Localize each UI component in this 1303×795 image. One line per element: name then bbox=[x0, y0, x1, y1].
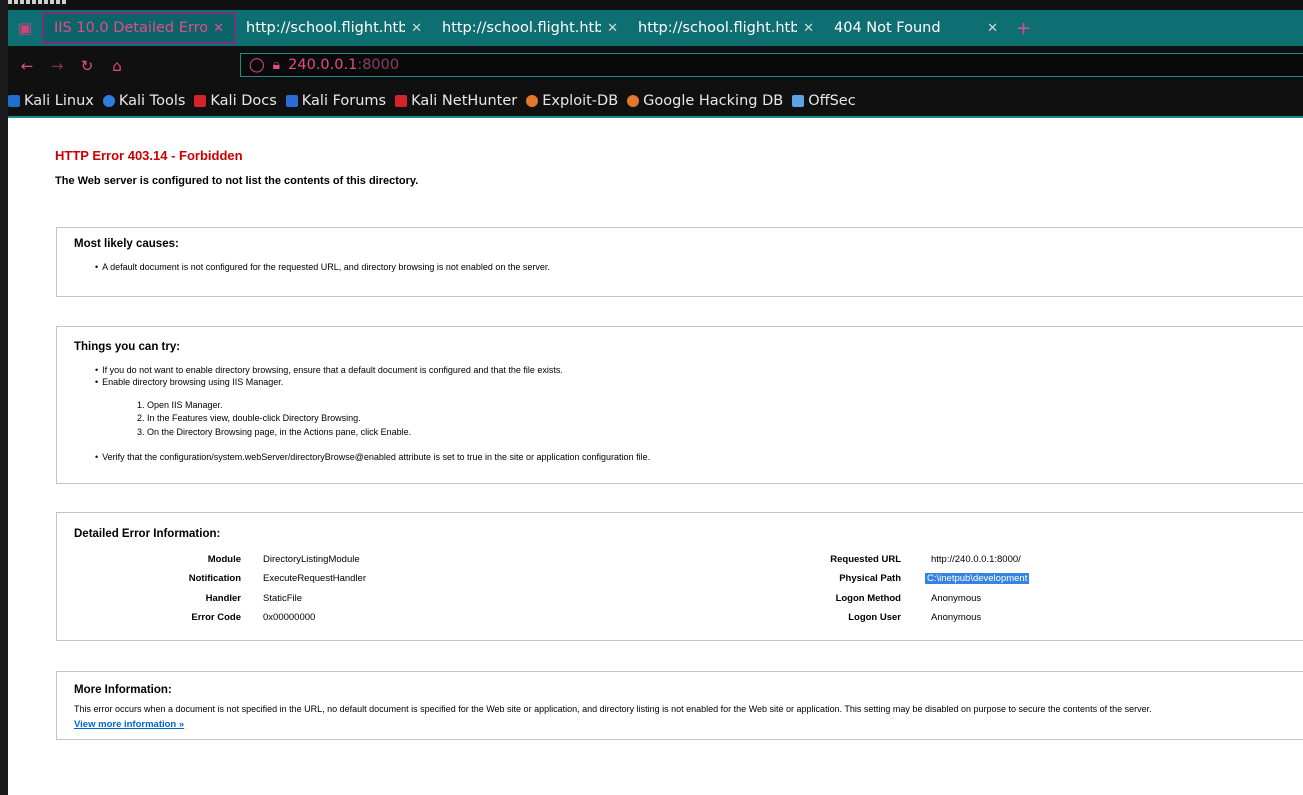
detail-label: Module bbox=[207, 554, 241, 565]
bookmark-google-hacking-db[interactable]: Google Hacking DB bbox=[627, 93, 783, 109]
detail-value: http://240.0.0.1:8000/ bbox=[931, 554, 1021, 565]
close-icon[interactable]: ✕ bbox=[607, 21, 618, 36]
bookmark-label: Kali Forums bbox=[301, 93, 387, 109]
more-info-heading: More Information: bbox=[74, 684, 172, 696]
bookmark-label: Kali Tools bbox=[118, 93, 186, 109]
details-box: Detailed Error Information: Module Direc… bbox=[56, 512, 1303, 641]
close-icon[interactable]: ✕ bbox=[411, 21, 422, 36]
bookmark-offsec[interactable]: OffSec bbox=[792, 93, 856, 109]
tab-label: http://school.flight.htb bbox=[638, 20, 798, 36]
causes-heading: Most likely causes: bbox=[74, 238, 179, 250]
tab-bar: ▣ IIS 10.0 Detailed Error ✕ http://schoo… bbox=[8, 10, 1303, 46]
google-hacking-db-icon bbox=[627, 95, 640, 107]
home-icon[interactable]: ⌂ bbox=[106, 57, 128, 75]
window-title-dashes bbox=[8, 0, 68, 4]
forward-arrow-icon[interactable]: → bbox=[46, 57, 68, 75]
tab-label: IIS 10.0 Detailed Error bbox=[54, 20, 208, 36]
close-icon[interactable]: ✕ bbox=[987, 21, 998, 36]
kali-linux-icon bbox=[8, 95, 20, 107]
try-item: Verify that the configuration/system.web… bbox=[95, 452, 650, 462]
detail-label: Requested URL bbox=[830, 554, 901, 565]
kali-docs-icon bbox=[194, 95, 207, 107]
causes-box: Most likely causes: A default document i… bbox=[56, 227, 1303, 297]
tab-label: http://school.flight.htb bbox=[246, 20, 406, 36]
try-box: Things you can try: If you do not want t… bbox=[56, 326, 1303, 484]
bookmark-kali-linux[interactable]: Kali Linux bbox=[8, 93, 94, 109]
lock-icon[interactable]: 🔒︎ bbox=[273, 57, 280, 73]
close-icon[interactable]: ✕ bbox=[213, 21, 224, 36]
tab-school-1[interactable]: http://school.flight.htb ✕ bbox=[236, 12, 432, 44]
try-step: 1. Open IIS Manager. bbox=[137, 400, 223, 410]
back-arrow-icon[interactable]: ← bbox=[16, 57, 38, 75]
url-port: :8000 bbox=[357, 57, 400, 73]
detail-label: Handler bbox=[205, 593, 241, 604]
window-edge bbox=[0, 0, 8, 795]
detail-value: Anonymous bbox=[931, 593, 982, 604]
try-step: 3. On the Directory Browsing page, in th… bbox=[137, 427, 412, 437]
detail-label: Error Code bbox=[191, 612, 241, 623]
detail-value: DirectoryListingModule bbox=[263, 554, 360, 565]
error-subtitle: The Web server is configured to not list… bbox=[55, 175, 419, 187]
detail-label: Physical Path bbox=[839, 573, 901, 584]
try-heading: Things you can try: bbox=[74, 341, 181, 353]
exploit-db-icon bbox=[526, 95, 539, 107]
page-content: HTTP Error 403.14 - Forbidden The Web se… bbox=[8, 116, 1303, 795]
cause-item: A default document is not configured for… bbox=[95, 262, 550, 272]
tab-iis-error[interactable]: IIS 10.0 Detailed Error ✕ bbox=[42, 12, 236, 44]
tab-label: http://school.flight.htb bbox=[442, 20, 602, 36]
bookmark-kali-nethunter[interactable]: Kali NetHunter bbox=[395, 93, 517, 109]
tab-list-icon[interactable]: ▣ bbox=[8, 10, 42, 46]
tab-school-3[interactable]: http://school.flight.htb ✕ bbox=[628, 12, 824, 44]
detail-value: ExecuteRequestHandler bbox=[263, 573, 366, 584]
error-title: HTTP Error 403.14 - Forbidden bbox=[55, 148, 243, 163]
bookmark-label: Exploit-DB bbox=[542, 93, 619, 109]
detail-label: Notification bbox=[188, 573, 241, 584]
try-step: 2. In the Features view, double-click Di… bbox=[137, 413, 361, 423]
bookmark-kali-docs[interactable]: Kali Docs bbox=[194, 93, 277, 109]
tab-school-2[interactable]: http://school.flight.htb ✕ bbox=[432, 12, 628, 44]
reload-icon[interactable]: ↻ bbox=[76, 57, 98, 75]
detail-value: StaticFile bbox=[263, 593, 303, 604]
detail-value: 0x00000000 bbox=[263, 612, 316, 623]
physical-path-value[interactable]: C:\inetpub\development bbox=[925, 573, 1030, 584]
view-more-info-link[interactable]: View more information » bbox=[74, 719, 184, 730]
bookmark-exploit-db[interactable]: Exploit-DB bbox=[526, 93, 618, 109]
navigation-bar: ← → ↻ ⌂ ◯ 🔒︎ 240.0.0.1:8000 bbox=[8, 50, 1303, 82]
close-icon[interactable]: ✕ bbox=[803, 21, 814, 36]
detail-label: Logon Method bbox=[835, 593, 901, 604]
url-bar[interactable]: ◯ 🔒︎ 240.0.0.1:8000 bbox=[240, 53, 1303, 77]
details-heading: Detailed Error Information: bbox=[74, 528, 221, 540]
new-tab-icon[interactable]: + bbox=[1016, 18, 1031, 39]
more-info-box: More Information: This error occurs when… bbox=[56, 671, 1303, 740]
tab-label: 404 Not Found bbox=[834, 20, 941, 36]
bookmark-label: Kali Linux bbox=[24, 93, 94, 109]
bookmark-kali-forums[interactable]: Kali Forums bbox=[285, 93, 387, 109]
more-info-text: This error occurs when a document is not… bbox=[74, 704, 1152, 714]
detail-label: Logon User bbox=[848, 612, 901, 623]
offsec-icon bbox=[792, 95, 805, 107]
bookmark-label: OffSec bbox=[808, 93, 856, 109]
try-item: If you do not want to enable directory b… bbox=[95, 365, 563, 375]
shield-icon[interactable]: ◯ bbox=[249, 57, 265, 73]
kali-tools-icon bbox=[102, 95, 115, 107]
url-host: 240.0.0.1 bbox=[288, 57, 358, 73]
try-item: Enable directory browsing using IIS Mana… bbox=[95, 377, 283, 387]
bookmark-kali-tools[interactable]: Kali Tools bbox=[102, 93, 186, 109]
tab-404[interactable]: 404 Not Found ✕ bbox=[824, 12, 1008, 44]
kali-nethunter-icon bbox=[395, 95, 408, 107]
detail-value: Anonymous bbox=[931, 612, 982, 623]
bookmark-label: Kali NetHunter bbox=[411, 93, 518, 109]
kali-forums-icon bbox=[285, 95, 298, 107]
bookmark-label: Google Hacking DB bbox=[643, 93, 784, 109]
bookmark-label: Kali Docs bbox=[210, 93, 277, 109]
bookmarks-toolbar: Kali Linux Kali Tools Kali Docs Kali For… bbox=[8, 88, 1303, 114]
